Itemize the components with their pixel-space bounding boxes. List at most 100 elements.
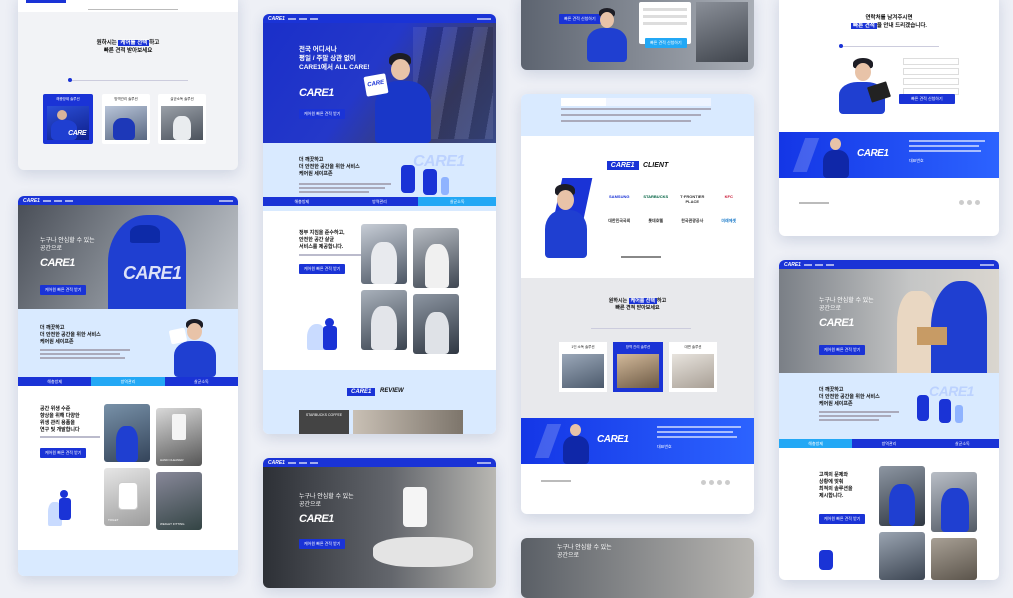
type-field[interactable] — [903, 78, 959, 85]
client-logo: 미래에셋 — [721, 218, 737, 223]
slogan-brand: CARE1 — [299, 64, 322, 71]
preview-card-slogan[interactable]: CARE1 전국 어디서나 평일 / 주말 상관 없이 CARE1에서 ALL … — [263, 14, 496, 434]
social-icon[interactable] — [975, 200, 980, 205]
spokesperson: CARE — [363, 51, 433, 143]
preview-card-bottom-mid[interactable]: 누구나 안심할 수 있는 공간으로 — [521, 538, 754, 598]
solution-tile-label: 살균소독 솔루션 — [170, 97, 194, 101]
form-submit-button[interactable]: 빠른 견적 신청하기 — [645, 38, 687, 48]
tab-sterilize[interactable]: 살균소독 — [926, 439, 999, 448]
choose-section: 원하시는 케어를 선택 하고 빠른 견적 받아보세요 1인 소독 솔루션 방역 관… — [521, 278, 754, 418]
hero-uniform-logo: CARE1 — [123, 263, 182, 283]
product-label: TOILET — [108, 518, 119, 522]
hygiene-cta-button[interactable]: 케어원 빠른 견적 받기 — [40, 448, 87, 458]
preview-card-main-left[interactable]: CARE1 CARE1 누구나 안심할 수 있는 공간으로 CARE1 케어원 … — [18, 196, 238, 576]
intro-line3: 케어원 세이프존 — [819, 401, 853, 407]
hero-logo: CARE1 — [299, 87, 334, 99]
preview-card-consult[interactable]: 연락처를 남겨주시면 빠른 견적 을 안내 드리겠습니다. 빠른 견적 신청하기 … — [779, 0, 999, 236]
social-icon[interactable] — [967, 200, 972, 205]
photo-tile: TOILET — [104, 468, 150, 526]
slogan-line3: 에서 ALL CARE! — [321, 64, 370, 71]
solution-tile-label: 방역관리 솔루션 — [114, 97, 138, 101]
service-tabs: 해충방제 방역관리 살균소독 — [779, 439, 999, 448]
product-label: HAND CLEANER — [160, 458, 184, 462]
hero-cta-button[interactable]: 케어원 빠른 견적 받기 — [40, 285, 87, 295]
photo-tile — [104, 404, 150, 462]
customer-line2: 상황에 맞춰 — [819, 479, 844, 485]
hero-banner: 누구나 안심할 수 있는 공간으로 CARE1 케어원 빠른 견적 받기 — [263, 467, 496, 588]
solution-tile-1[interactable]: 해충방제 솔루션 CARE — [43, 94, 93, 144]
band-logo: CARE1 — [857, 148, 889, 159]
hero-cta-button[interactable]: 케어원 빠른 견적 받기 — [299, 539, 346, 549]
preview-card-choose[interactable]: 원하시는 케어를 선택 하고 빠른 견적 받아보세요 해충방제 솔루션 CARE … — [18, 0, 238, 170]
nav-logo: CARE1 — [268, 459, 285, 466]
standards-line1: 정부 지침을 준수하고, — [299, 230, 345, 236]
standards-cta-button[interactable]: 케어원 빠른 견적 받기 — [299, 264, 346, 274]
client-logo: T·FRONTIER PLACE — [680, 194, 705, 204]
standards-line2: 안전한 공간 살균 — [299, 237, 334, 243]
tab-pest[interactable]: 해충방제 — [18, 377, 91, 386]
customer-line3: 최적의 솔루션을 — [819, 486, 853, 492]
site-nav: CARE1 — [779, 260, 999, 269]
hero-line1: 누구나 안심할 수 있는 — [40, 238, 95, 244]
customer-cta-button[interactable]: 케어원 빠른 견적 받기 — [819, 514, 866, 524]
client-logo: STARBUCKS — [643, 194, 669, 199]
choose-highlight: 케어를 선택 — [628, 298, 657, 304]
preview-card-main-right[interactable]: CARE1 누구나 안심할 수 있는 공간으로 CARE1 케어원 빠른 견적 … — [779, 260, 999, 580]
service-tabs: 해충방제 방역관리 살균소독 — [18, 377, 238, 386]
solution-tile-2[interactable]: 방역 관리 솔루션 — [613, 342, 663, 392]
solution-tile-3[interactable]: 대면 솔루션 — [669, 342, 717, 392]
service-intro: 더 깨끗하고 더 안전한 공간을 위한 서비스 케어원 세이프존 — [18, 309, 238, 377]
solution-tile-2[interactable]: 방역관리 솔루션 — [102, 94, 150, 144]
client-logo-grid: SAMSUNG STARBUCKS T·FRONTIER PLACE KFC 대… — [601, 194, 747, 224]
watermark-logo: CARE1 — [413, 153, 465, 170]
hero-line2: 공간으로 — [40, 246, 63, 252]
intro-line1: 더 깨끗하고 — [299, 157, 324, 163]
tab-pest[interactable]: 해충방제 — [263, 197, 341, 206]
preview-card-client[interactable]: CARE1 CLIENT SAMSUNG STARBUCKS T·FRONTIE… — [521, 94, 754, 514]
card-logo: CARE — [366, 79, 385, 89]
tab-quarantine[interactable]: 방역관리 — [341, 197, 419, 206]
solution-tile-label: 방역 관리 솔루션 — [625, 345, 651, 349]
quote-form[interactable] — [903, 58, 959, 95]
tab-quarantine[interactable]: 방역관리 — [852, 439, 925, 448]
phone-field[interactable] — [903, 68, 959, 75]
quote-submit-button[interactable]: 빠른 견적 신청하기 — [899, 94, 955, 104]
spokesperson — [835, 54, 895, 114]
preview-card-consult-top[interactable]: 빠른 견적 신청하기 빠른 견적 신청하기 — [521, 0, 754, 70]
service-intro: 더 깨끗하고 더 안전한 공간을 위한 서비스 케어원 세이프존 CARE1 — [779, 373, 999, 439]
social-icon[interactable] — [717, 480, 722, 485]
photo-tile — [413, 294, 459, 354]
slogan-cta-button[interactable]: 케어원 빠른 견적 받기 — [299, 109, 346, 119]
client-logo: 롯데호텔 — [648, 218, 664, 223]
name-field[interactable] — [903, 58, 959, 65]
choose-highlight: 케어를 선택 — [118, 40, 150, 46]
client-spokesperson — [541, 172, 601, 258]
nav-logo: CARE1 — [23, 197, 40, 204]
social-icon[interactable] — [709, 480, 714, 485]
tab-pest[interactable]: 해충방제 — [779, 439, 853, 448]
brand-mark: CARE — [68, 130, 86, 137]
social-icon[interactable] — [725, 480, 730, 485]
tab-quarantine[interactable]: 방역관리 — [91, 377, 165, 386]
consult-highlight: 빠른 견적 — [851, 23, 877, 29]
mascot-illustration — [819, 550, 833, 570]
standards-line3: 서비스를 제공합니다. — [299, 244, 344, 250]
social-icon[interactable] — [959, 200, 964, 205]
hero-line2: 공간으로 — [557, 553, 580, 559]
intro-line2: 더 안전한 공간을 위한 서비스 — [40, 332, 101, 338]
site-nav: CARE1 — [263, 14, 496, 23]
hero-logo: CARE1 — [299, 513, 334, 525]
photo-tile — [931, 538, 977, 580]
tab-sterilize[interactable]: 살균소독 — [418, 197, 496, 206]
hero-line2: 공간으로 — [819, 306, 842, 312]
intro-line3: 케어원 세이프존 — [40, 339, 74, 345]
solution-tile-1[interactable]: 1인 소독 솔루션 — [559, 342, 607, 392]
phone-label: 대표번호 — [909, 158, 924, 163]
slogan-line2: 평일 / 주말 상관 없이 — [299, 55, 356, 62]
tab-sterilize[interactable]: 살균소독 — [165, 377, 238, 386]
solution-tile-3[interactable]: 살균소독 솔루션 — [158, 94, 206, 144]
hero-cta-button[interactable]: 케어원 빠른 견적 받기 — [819, 345, 866, 355]
social-icon[interactable] — [701, 480, 706, 485]
hygiene-line2: 향상을 위해 다양한 — [40, 413, 80, 419]
customer-line1: 고객의 문제와 — [819, 472, 848, 478]
